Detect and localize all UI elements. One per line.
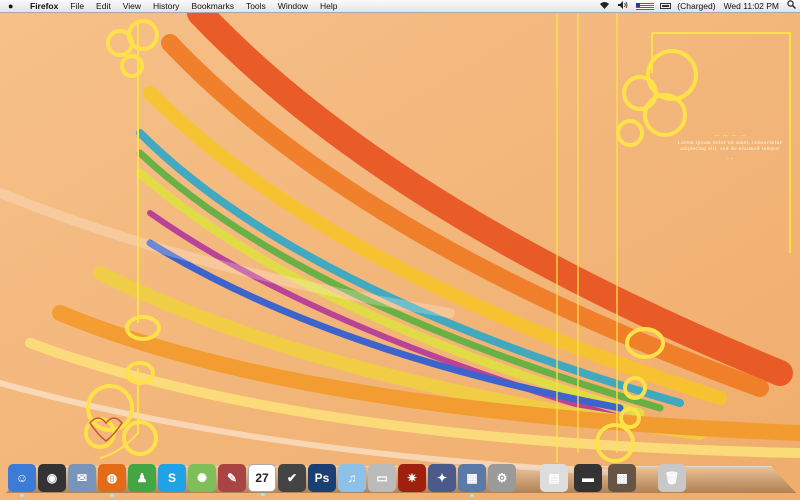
- notes-icon[interactable]: ✔: [278, 464, 306, 492]
- finder-icon[interactable]: ☺: [8, 464, 36, 497]
- dock: ☺ ◉ ✉ ◍ ♟ S ✺ ✎ 27 ✔ Ps ♫ ▭ ✷ ✦ ▦ ⚙ ▤ ▬ ▩ 🗑: [8, 458, 686, 497]
- spaces-icon[interactable]: ▦: [458, 464, 486, 497]
- safari-icon[interactable]: ✺: [188, 464, 216, 492]
- minimized-window-photo-icon[interactable]: ▩: [608, 464, 636, 492]
- menu-app-name[interactable]: Firefox: [22, 0, 64, 12]
- ical-icon[interactable]: 27: [248, 464, 276, 496]
- wallpaper-text-body: Lorem ipsum dolor sit amet, consectetur …: [677, 141, 783, 152]
- photoshop-icon[interactable]: Ps: [308, 464, 336, 492]
- wallpaper-text-title: ~ ~ ~ ~: [713, 132, 747, 140]
- menu-bookmarks[interactable]: Bookmarks: [185, 0, 240, 12]
- disk-utility-icon[interactable]: ▭: [368, 464, 396, 492]
- menu-tools[interactable]: Tools: [240, 0, 272, 12]
- menu-bar: ● Firefox File Edit View History Bookmar…: [0, 0, 800, 13]
- wallpaper-image: [0, 13, 800, 500]
- running-indicator: [261, 493, 265, 496]
- firefox-icon[interactable]: ◍: [98, 464, 126, 497]
- us-flag-icon[interactable]: [636, 2, 655, 10]
- menu-help[interactable]: Help: [314, 0, 343, 12]
- menu-file[interactable]: File: [64, 0, 90, 12]
- itunes-icon[interactable]: ♫: [338, 464, 366, 492]
- menu-history[interactable]: History: [147, 0, 185, 12]
- running-indicator: [110, 494, 114, 497]
- running-indicator: [20, 494, 24, 497]
- dashboard-icon[interactable]: ◉: [38, 464, 66, 492]
- photo-booth-icon[interactable]: ✷: [398, 464, 426, 492]
- ichat-icon[interactable]: ♟: [128, 464, 156, 492]
- menu-clock[interactable]: Wed 11:02 PM: [720, 0, 783, 12]
- battery-status[interactable]: (Charged): [673, 0, 719, 12]
- mail-icon[interactable]: ✉: [68, 464, 96, 492]
- front-row-icon[interactable]: ✦: [428, 464, 456, 492]
- wifi-icon[interactable]: [595, 0, 614, 12]
- wallpaper-text: ~ ~ ~ ~ Lorem ipsum dolor sit amet, cons…: [670, 133, 790, 163]
- minimized-window-icon[interactable]: ▬: [574, 464, 602, 492]
- running-indicator: [470, 494, 474, 497]
- wallpaper-text-signature: – –: [726, 157, 734, 162]
- menu-window[interactable]: Window: [272, 0, 314, 12]
- system-preferences-icon[interactable]: ⚙: [488, 464, 516, 492]
- menu-extras: (Charged) Wed 11:02 PM: [595, 0, 800, 12]
- apple-menu-icon[interactable]: ●: [8, 1, 22, 11]
- desktop[interactable]: ~ ~ ~ ~ Lorem ipsum dolor sit amet, cons…: [0, 13, 800, 500]
- document-stack-icon[interactable]: ▤: [540, 464, 568, 492]
- address-book-icon[interactable]: ✎: [218, 464, 246, 492]
- skype-icon[interactable]: S: [158, 464, 186, 492]
- battery-icon[interactable]: [660, 3, 672, 9]
- trash-icon[interactable]: 🗑: [658, 464, 686, 492]
- menu-edit[interactable]: Edit: [90, 0, 117, 12]
- menu-view[interactable]: View: [117, 0, 147, 12]
- spotlight-icon[interactable]: [783, 0, 800, 12]
- volume-icon[interactable]: [614, 0, 632, 12]
